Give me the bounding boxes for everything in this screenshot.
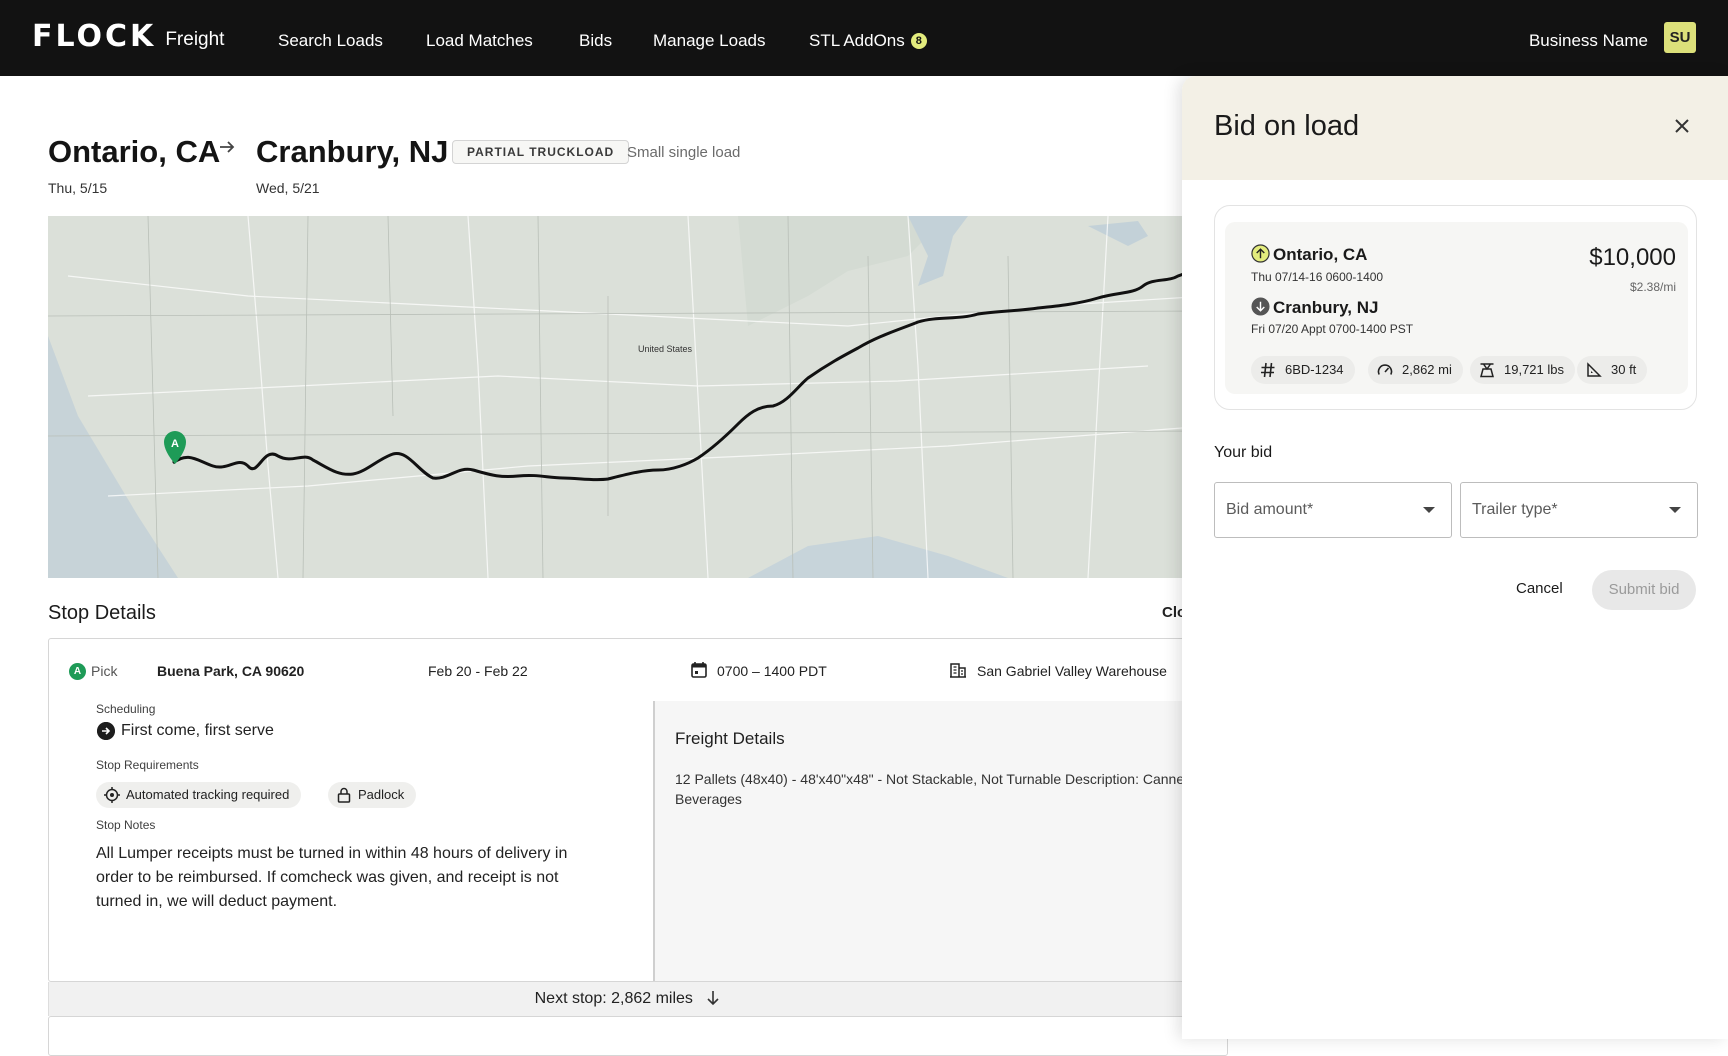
map-pin-label: A	[171, 438, 179, 450]
notes-label: Stop Notes	[96, 818, 156, 832]
bid-dest-city: Cranbury, NJ	[1273, 298, 1379, 317]
map-country-label: United States	[638, 344, 693, 354]
nav-bids[interactable]: Bids	[579, 31, 612, 51]
freight-text: 12 Pallets (48x40) - 48'x40"x48" - Not S…	[675, 771, 1192, 807]
meta-length-text: 30 ft	[1611, 362, 1637, 377]
requirement-chip-padlock: Padlock	[328, 782, 417, 808]
arrow-down-icon	[707, 991, 719, 1006]
ruler-triangle-icon	[1587, 362, 1602, 377]
bid-origin-city: Ontario, CA	[1273, 245, 1368, 264]
speedometer-icon	[1377, 364, 1393, 375]
arrow-right-icon	[220, 141, 235, 153]
meta-load-id-text: 6BD-1234	[1285, 362, 1344, 377]
bid-amount-select[interactable]: Bid amount*	[1214, 482, 1452, 538]
padlock-icon	[337, 787, 351, 803]
arrow-circle-right-icon	[97, 722, 115, 740]
avatar[interactable]: SU	[1664, 22, 1696, 53]
load-summary-card: Ontario, CA Thu 07/14-16 0600-1400 Cranb…	[1214, 205, 1697, 410]
flock-logo[interactable]: FLOCK Freight	[32, 22, 224, 52]
your-bid-label: Your bid	[1214, 444, 1273, 461]
freight-title: Freight Details	[675, 729, 785, 748]
stop-card-next	[48, 1016, 1228, 1056]
nav-stl-addons[interactable]: STL AddOns 8	[809, 31, 927, 51]
hash-icon	[1261, 362, 1275, 378]
nav-load-matches[interactable]: Load Matches	[426, 31, 533, 51]
pickup-arrow-up-icon	[1251, 244, 1270, 263]
stop-hours: 0700 – 1400 PDT	[717, 663, 827, 679]
origin-city: Ontario, CA	[48, 134, 221, 169]
top-nav: FLOCK Freight Search Loads Load Matches …	[0, 0, 1728, 76]
bid-panel: Bid on load Ontario, CA Thu 07/14-16 060…	[1182, 76, 1728, 1039]
bid-per-mile: $2.38/mi	[1629, 280, 1676, 294]
load-type-badge: PARTIAL TRUCKLOAD	[452, 140, 630, 164]
meta-distance-text: 2,862 mi	[1402, 362, 1452, 377]
next-stop-text: Next stop: 2,862 miles	[534, 990, 693, 1007]
bid-amount-placeholder: Bid amount*	[1226, 501, 1314, 518]
dest-date: Wed, 5/21	[256, 180, 320, 196]
bid-panel-title: Bid on load	[1214, 110, 1360, 142]
stop-pin: A	[69, 663, 86, 680]
stop-details-title: Stop Details	[48, 602, 156, 624]
stop-address: Buena Park, CA 90620	[157, 663, 305, 679]
close-icon[interactable]	[1670, 114, 1694, 138]
stop-card: A Pick Buena Park, CA 90620 Feb 20 - Feb…	[48, 638, 1228, 982]
trailer-type-select[interactable]: Trailer type*	[1460, 482, 1698, 538]
requirements-label: Stop Requirements	[96, 758, 199, 772]
route-map-svg: United States A	[48, 216, 1208, 578]
stop-facility: San Gabriel Valley Warehouse	[977, 663, 1167, 679]
calendar-icon	[691, 662, 707, 678]
nav-manage-loads[interactable]: Manage Loads	[653, 31, 765, 51]
crosshair-icon	[104, 787, 120, 803]
chevron-down-icon	[1669, 507, 1681, 513]
dest-city: Cranbury, NJ	[256, 134, 449, 169]
bid-panel-header: Bid on load	[1182, 76, 1728, 180]
weight-icon	[1480, 363, 1494, 378]
next-stop-bar: Next stop: 2,862 miles	[48, 982, 1228, 1016]
bid-price: $10,000	[1589, 244, 1676, 271]
business-name[interactable]: Business Name	[1529, 31, 1648, 51]
nav-search-loads[interactable]: Search Loads	[278, 31, 383, 51]
freight-details-pane: Freight Details 12 Pallets (48x40) - 48'…	[653, 701, 1227, 981]
trailer-type-placeholder: Trailer type*	[1472, 501, 1558, 518]
meta-weight-text: 19,721 lbs	[1504, 362, 1564, 377]
addon-count-badge: 8	[910, 33, 927, 49]
bid-dest-time: Fri 07/20 Appt 0700-1400 PST	[1251, 322, 1414, 336]
requirement-text: Padlock	[358, 787, 405, 802]
building-icon	[950, 663, 966, 678]
stop-dates: Feb 20 - Feb 22	[428, 663, 528, 679]
meta-distance: 2,862 mi	[1368, 356, 1463, 384]
requirement-chip-tracking: Automated tracking required	[96, 782, 302, 808]
meta-weight: 19,721 lbs	[1470, 356, 1575, 384]
origin-date: Thu, 5/15	[48, 180, 108, 196]
meta-load-id: 6BD-1234	[1251, 356, 1355, 384]
meta-length: 30 ft	[1577, 356, 1648, 384]
submit-bid-button[interactable]: Submit bid	[1592, 570, 1696, 610]
requirement-text: Automated tracking required	[126, 787, 290, 802]
logo-sub: Freight	[165, 29, 225, 50]
stop-notes: All Lumper receipts must be turned in wi…	[96, 845, 568, 910]
dropoff-arrow-down-icon	[1251, 297, 1270, 316]
cancel-button[interactable]: Cancel	[1516, 580, 1563, 597]
stop-type: Pick	[91, 663, 118, 679]
chevron-down-icon	[1423, 507, 1435, 513]
route-map[interactable]: United States A	[48, 216, 1208, 578]
load-summary-inner: Ontario, CA Thu 07/14-16 0600-1400 Cranb…	[1225, 222, 1688, 394]
load-size-text: Small single load	[627, 144, 741, 161]
bid-origin-time: Thu 07/14-16 0600-1400	[1251, 270, 1384, 284]
scheduling-label: Scheduling	[96, 702, 156, 716]
scheduling-value: First come, first serve	[121, 722, 274, 739]
logo-mark: FLOCK	[32, 19, 157, 54]
nav-stl-addons-label: STL AddOns	[809, 31, 905, 50]
